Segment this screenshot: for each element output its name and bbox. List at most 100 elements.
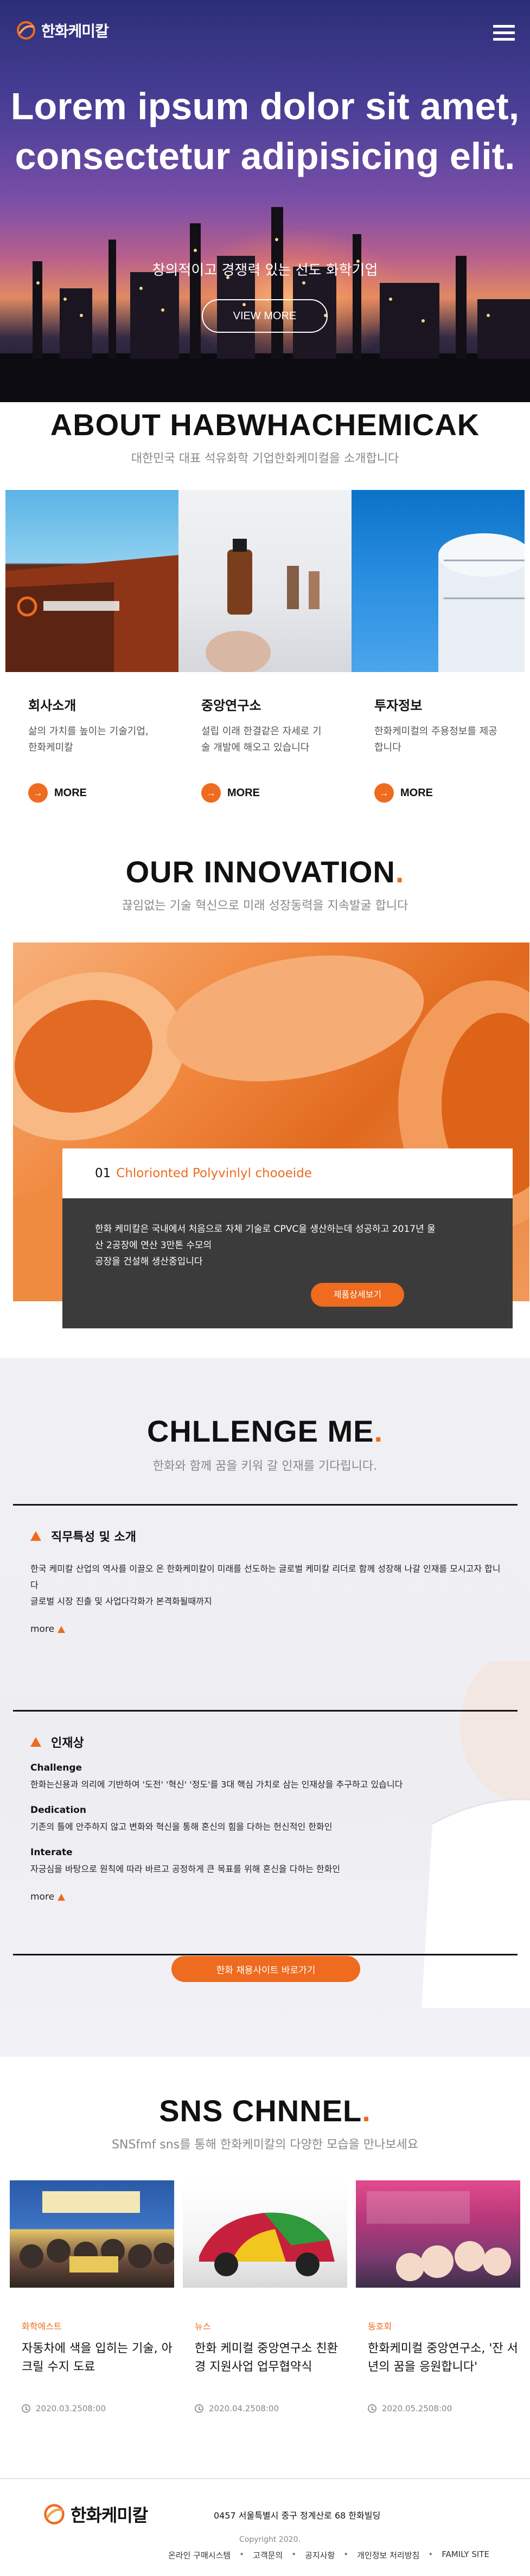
hanwha-logo-icon	[17, 21, 35, 40]
divider	[13, 1954, 518, 1955]
product-description-line2: 공장을 건설해 생산중입니다	[95, 1256, 203, 1267]
talent-title: Interate	[30, 1847, 73, 1858]
footer-logo[interactable]: 한화케미칼	[42, 2502, 148, 2527]
product-detail-button[interactable]: 제품상세보기	[311, 1283, 404, 1307]
challenge-text: 한국 케미칼 산업의 역사를 이끌오 온 한화케미칼이 미래를 선도하는 글로벌…	[30, 1564, 501, 1590]
clock-icon	[22, 2404, 30, 2413]
arrow-right-icon: →	[374, 783, 394, 803]
painted-car-image	[183, 2180, 347, 2288]
talent-item: Interate 자긍심을 바탕으로 원칙에 따라 바르고 공정하게 큰 목표를…	[30, 1847, 518, 1877]
hero-title: Lorem ipsum dolor sit amet, consectetur …	[10, 85, 520, 177]
triangle-icon	[30, 1737, 41, 1747]
triangle-icon	[30, 1531, 41, 1541]
sns-date-text: 2020.03.2508:00	[36, 2404, 106, 2413]
more-link[interactable]: more	[30, 1624, 518, 1635]
site-footer: 한화케미칼 0457 서울특별시 중구 정계산로 68 한화빌딩 Copyrig…	[0, 2478, 530, 2576]
about-card-text: 삶의 가치를 높이는 기술기업, 한화케미칼	[28, 726, 149, 753]
innovation-title-text: OUR INNOVATION	[125, 855, 395, 889]
recruit-site-button[interactable]: 한화 채용사이트 바로가기	[171, 1956, 360, 1982]
sns-post-title: 한화 케미컬 중앙연구소 친환경 지원사업 업무협약식	[195, 2342, 338, 2374]
footer-link[interactable]: 공지사항	[305, 2549, 335, 2561]
view-more-button[interactable]: VIEW MORE	[202, 299, 328, 333]
sns-category: 뉴스	[195, 2321, 211, 2332]
talent-text: 한화는신용과 의리에 기반하여 '도전' '혁신' '정도'를 3대 핵심 가치…	[30, 1779, 403, 1790]
site-logo[interactable]: 한화케미칼	[15, 20, 109, 41]
footer-links: 온라인 구매시스템 • 고객문의 • 공지사항 • 개인정보 처리방침 • FA…	[168, 2549, 489, 2561]
group-photo-image	[10, 2180, 174, 2288]
footer-address: 0457 서울특별시 중구 정계산로 68 한화빌딩	[214, 2510, 381, 2521]
sns-title-text: SNS CHNNEL	[159, 2094, 362, 2128]
sns-subtitle: SNSfmf sns를 통해 한화케미칼의 다양한 모습을 만나보세요	[112, 2138, 418, 2152]
sns-card[interactable]: 뉴스 한화 케미컬 중앙연구소 친환경 지원사업 업무협약식 2020.04.2…	[178, 2180, 352, 2413]
challenge-item-job: 직무특성 및 소개 한국 케미칼 산업의 역사를 이끌오 온 한화케미칼이 미래…	[13, 1504, 518, 1710]
more-label: MORE	[227, 786, 260, 799]
footer-link[interactable]: 고객문의	[253, 2549, 283, 2561]
challenge-heading-text: 인재상	[51, 1736, 84, 1750]
footer-link[interactable]: 개인정보 처리방침	[357, 2549, 419, 2561]
about-card: 회사소개 삶의 가치를 높이는 기술기업, 한화케미칼 → MORE	[5, 695, 178, 803]
challenge-subtitle: 한화와 함께 꿈을 키워 갈 인재를 기다립니다.	[152, 1460, 378, 1473]
challenge-heading-text: 직무특성 및 소개	[51, 1531, 136, 1544]
clock-icon	[195, 2404, 203, 2413]
more-link[interactable]: → MORE	[374, 783, 502, 803]
arrow-right-icon: →	[201, 783, 221, 803]
challenge-title-text: CHLLENGE ME	[146, 1414, 374, 1448]
sns-post-title: 자동차에 색을 입히는 기술, 아크릴 수지 도료	[22, 2342, 173, 2374]
site-header: 한화케미칼	[0, 0, 530, 65]
more-link[interactable]: → MORE	[201, 783, 329, 803]
product-description-line1: 한화 케미칼은 국내에서 처음으로 자체 기술로 CPVC을 생산하는데 성공하…	[95, 1224, 436, 1251]
innovation-subtitle: 끊임없는 기술 혁신으로 미래 성장동력을 지속발굴 합니다	[122, 899, 408, 913]
company-building-image	[5, 490, 178, 672]
logo-text: 한화케미칼	[41, 23, 109, 40]
storage-tank-image	[352, 490, 525, 672]
footer-copyright: Copyright 2020.	[239, 2535, 301, 2544]
more-link[interactable]: more	[30, 1891, 518, 1902]
talent-title: Challenge	[30, 1762, 82, 1773]
title-dot: .	[374, 1414, 384, 1448]
about-card-title: 회사소개	[28, 698, 76, 713]
sns-section: SNS CHNNEL. SNSfmf sns를 통해 한화케미칼의 다양한 모습…	[0, 2057, 530, 2413]
clock-icon	[368, 2404, 376, 2413]
product-card-header: 01 Chlorionted Polyvinlyl chooeide	[62, 1148, 513, 1198]
family-site-link[interactable]: FAMILY SITE	[442, 2549, 489, 2561]
sns-card-row: 화학에스트 자동차에 색을 입히는 기술, 아크릴 수지 도료 2020.03.…	[5, 2180, 525, 2413]
title-dot: .	[362, 2094, 371, 2128]
about-section: ABOUT HABWHACHEMICAK 대한민국 대표 석유화학 기업한화케미…	[0, 402, 530, 803]
sns-card[interactable]: 동호회 한화케미컬 중앙연구소, '잔 서년의 꿈을 응원합니다' 2020.0…	[352, 2180, 525, 2413]
product-card: 01 Chlorionted Polyvinlyl chooeide 한화 케미…	[62, 1148, 513, 1328]
footer-link[interactable]: 온라인 구매시스템	[168, 2549, 231, 2561]
about-card-row: 회사소개 삶의 가치를 높이는 기술기업, 한화케미칼 → MORE 중앙연구소…	[5, 695, 525, 803]
about-image-row	[5, 490, 525, 672]
more-label: MORE	[400, 786, 433, 799]
hamburger-menu-icon[interactable]	[493, 25, 515, 41]
innovation-title: OUR INNOVATION.	[0, 853, 530, 892]
challenge-title: CHLLENGE ME.	[0, 1358, 530, 1451]
triangle-icon	[58, 1893, 66, 1901]
sns-date: 2020.03.2508:00	[22, 2404, 174, 2413]
more-link[interactable]: → MORE	[28, 783, 156, 803]
sns-category: 화학에스트	[22, 2321, 62, 2332]
challenge-text: 글로벌 시장 진출 및 사업다각화가 본격화될때까지	[30, 1596, 212, 1606]
challenge-list: 직무특성 및 소개 한국 케미칼 산업의 역사를 이끌오 온 한화케미칼이 미래…	[13, 1504, 518, 1955]
sns-card[interactable]: 화학에스트 자동차에 색을 입히는 기술, 아크릴 수지 도료 2020.03.…	[5, 2180, 178, 2413]
about-card-text: 설립 이래 한결같은 자세로 기술 개발에 해오고 있습니다	[201, 726, 322, 753]
sns-date: 2020.04.2508:00	[195, 2404, 347, 2413]
lab-research-image	[178, 490, 352, 672]
about-title: ABOUT HABWHACHEMICAK	[50, 408, 480, 442]
sns-category: 동호회	[368, 2321, 392, 2332]
challenge-heading: 직무특성 및 소개	[30, 1527, 518, 1545]
sns-title: SNS CHNNEL.	[0, 2091, 530, 2130]
triangle-icon	[58, 1625, 66, 1633]
about-card-title: 중앙연구소	[201, 698, 261, 713]
separator: •	[239, 2549, 245, 2559]
hero-section: 한화케미칼 Lorem ipsum dolor sit amet, consec…	[0, 0, 530, 402]
talent-title: Dedication	[30, 1805, 86, 1816]
separator: •	[428, 2549, 433, 2559]
footer-logo-text: 한화케미칼	[71, 2506, 148, 2525]
challenge-section: CHLLENGE ME. 한화와 함께 꿈을 키워 갈 인재를 기다립니다. 직…	[0, 1358, 530, 2057]
product-number: 01	[95, 1166, 111, 1180]
talent-text: 자긍심을 바탕으로 원칙에 따라 바르고 공정하게 큰 목표를 위해 혼신을 다…	[30, 1864, 341, 1874]
hanwha-logo-icon	[44, 2504, 65, 2525]
more-label: more	[30, 1891, 55, 1902]
about-card: 중앙연구소 설립 이래 한결같은 자세로 기술 개발에 해오고 있습니다 → M…	[178, 695, 352, 803]
